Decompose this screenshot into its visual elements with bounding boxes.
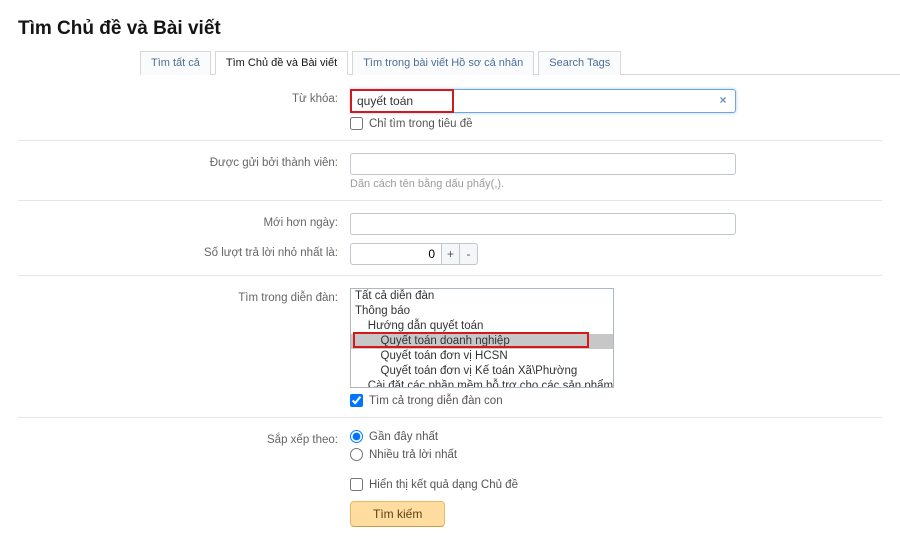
- forum-option[interactable]: Thông báo: [351, 304, 613, 319]
- as-threads-label: Hiển thị kết quả dạng Chủ đề: [369, 479, 518, 491]
- sort-radio-label: Nhiều trả lời nhất: [369, 449, 457, 461]
- divider: [18, 417, 882, 418]
- min-replies-input[interactable]: [350, 243, 442, 265]
- search-submit-button[interactable]: Tìm kiếm: [350, 501, 445, 527]
- forum-option[interactable]: Quyết toán đơn vị Kế toán Xã\Phường: [351, 364, 613, 379]
- keyword-input[interactable]: [350, 89, 736, 113]
- tab-0[interactable]: Tìm tất cả: [140, 51, 211, 75]
- titles-only-label: Chỉ tìm trong tiêu đề: [369, 118, 473, 130]
- newer-than-input[interactable]: [350, 213, 736, 235]
- member-input[interactable]: [350, 153, 736, 175]
- sort-label: Sắp xếp theo:: [18, 430, 350, 446]
- tab-3[interactable]: Search Tags: [538, 51, 621, 75]
- search-form: Từ khóa: × Chỉ tìm trong tiêu đề Được gử…: [18, 75, 882, 527]
- search-children-label: Tìm cả trong diễn đàn con: [369, 395, 503, 407]
- sort-radio-1[interactable]: [350, 448, 363, 461]
- divider: [18, 275, 882, 276]
- as-threads-checkbox[interactable]: [350, 478, 363, 491]
- newer-than-label: Mới hơn ngày:: [18, 213, 350, 229]
- page-title: Tìm Chủ đề và Bài viết: [18, 18, 900, 40]
- forum-select[interactable]: Tất cả diễn đànThông báo Hướng dẫn quyết…: [350, 288, 614, 388]
- sort-radio-0[interactable]: [350, 430, 363, 443]
- tab-bar: Tìm tất cảTìm Chủ đề và Bài viếtTìm tron…: [140, 50, 900, 75]
- member-hint: Dãn cách tên bằng dấu phẩy(,).: [350, 178, 750, 190]
- min-replies-label: Số lượt trả lời nhỏ nhất là:: [18, 243, 350, 259]
- forum-option[interactable]: Quyết toán đơn vị HCSN: [351, 349, 613, 364]
- clear-keyword-icon[interactable]: ×: [716, 93, 730, 107]
- titles-only-checkbox[interactable]: [350, 117, 363, 130]
- forums-label: Tìm trong diễn đàn:: [18, 288, 350, 304]
- sort-radio-label: Gần đây nhất: [369, 431, 438, 443]
- tab-2[interactable]: Tìm trong bài viết Hồ sơ cá nhân: [352, 51, 534, 75]
- member-label: Được gửi bởi thành viên:: [18, 153, 350, 169]
- min-replies-increase-button[interactable]: +: [442, 243, 460, 265]
- divider: [18, 200, 882, 201]
- forum-option[interactable]: Tất cả diễn đàn: [351, 289, 613, 304]
- tab-1[interactable]: Tìm Chủ đề và Bài viết: [215, 51, 348, 75]
- search-children-checkbox[interactable]: [350, 394, 363, 407]
- forum-option[interactable]: Cài đặt các phần mềm hỗ trợ cho các sản …: [351, 379, 613, 387]
- forum-option[interactable]: Quyết toán doanh nghiệp: [351, 334, 613, 349]
- divider: [18, 140, 882, 141]
- forum-option[interactable]: Hướng dẫn quyết toán: [351, 319, 613, 334]
- min-replies-decrease-button[interactable]: -: [460, 243, 478, 265]
- keyword-label: Từ khóa:: [18, 89, 350, 105]
